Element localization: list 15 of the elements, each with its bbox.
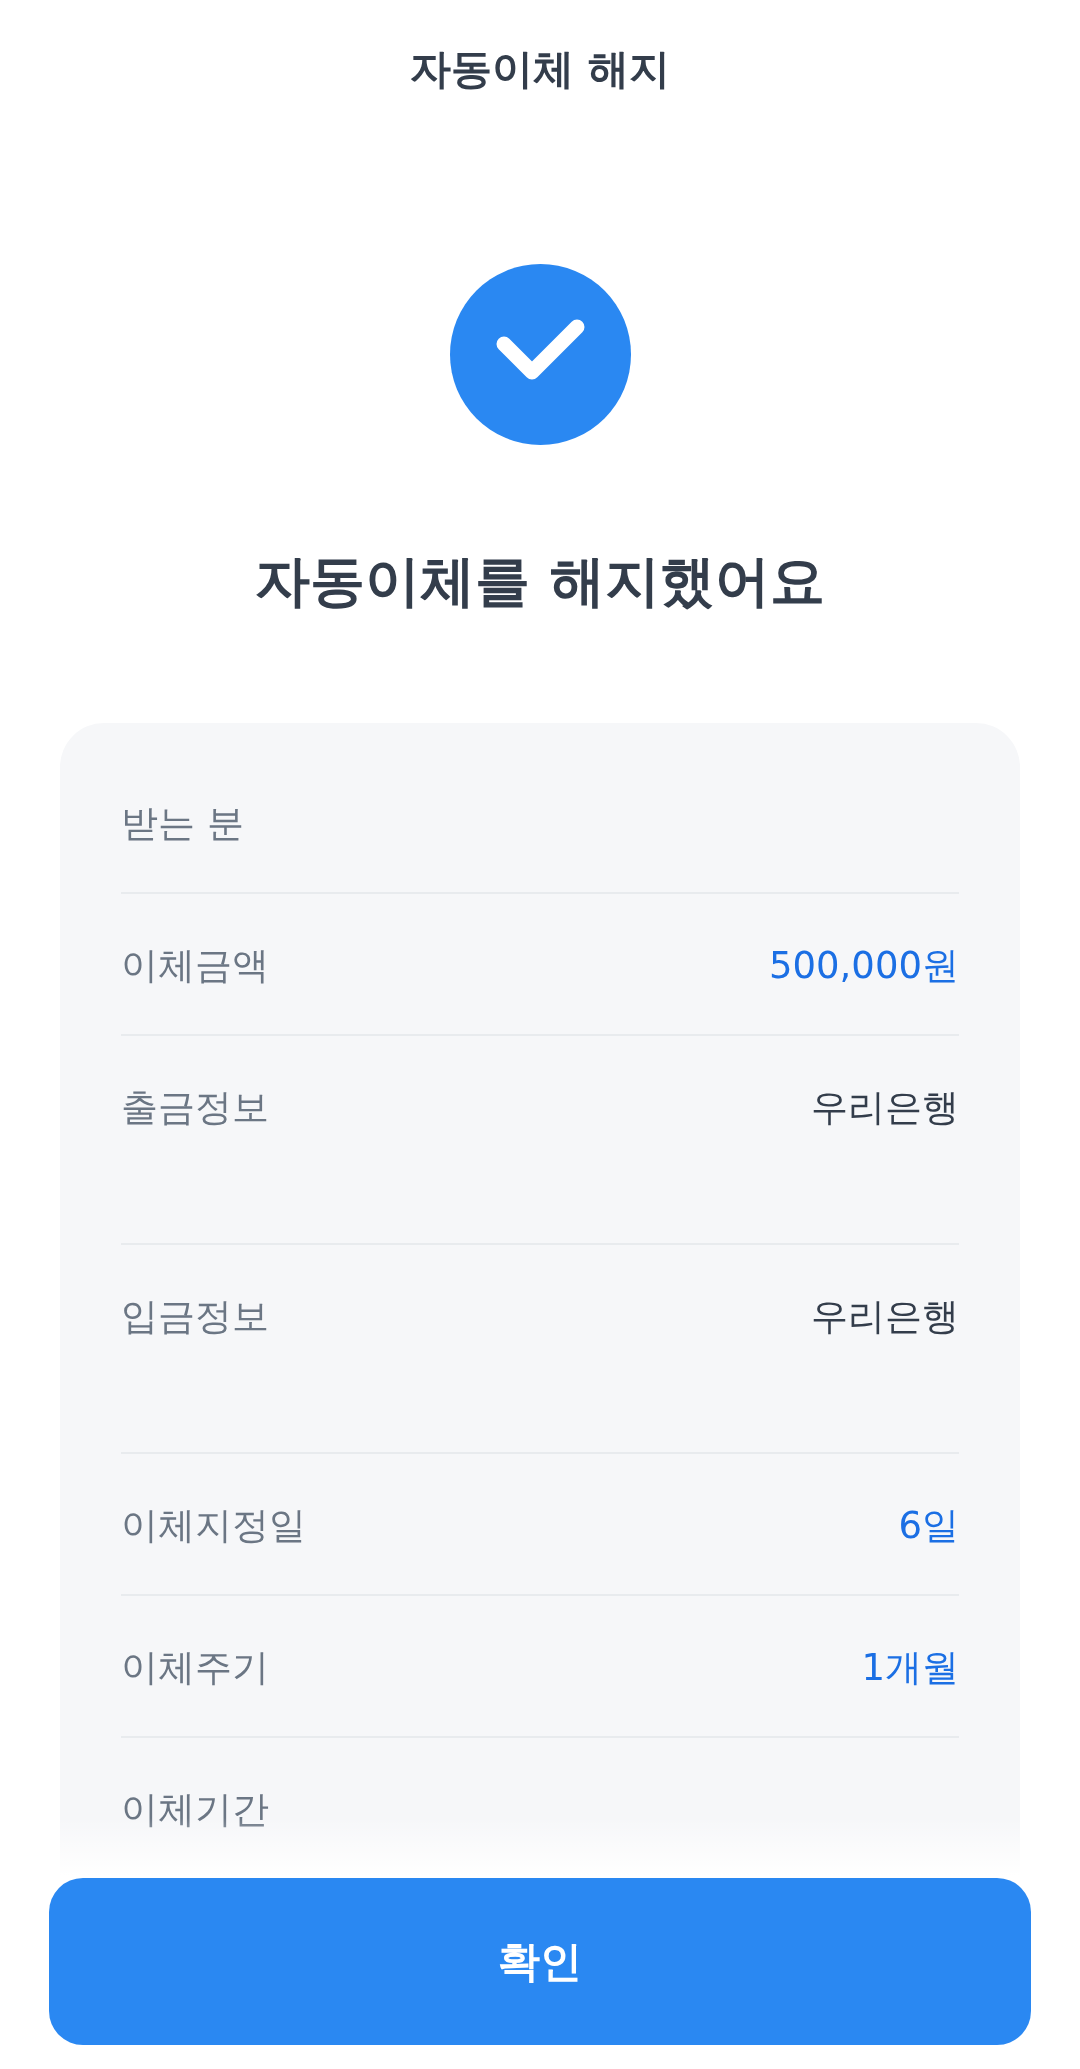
detail-value: 우리은행 xyxy=(811,1294,959,1340)
detail-label: 이체지정일 xyxy=(121,1503,306,1549)
detail-label: 출금정보 xyxy=(121,1085,269,1131)
detail-value: 6일 xyxy=(898,1503,959,1549)
result-message: 자동이체를 해지했어요 xyxy=(255,548,825,615)
detail-value: 500,000원 xyxy=(769,943,959,989)
detail-label: 이체금액 xyxy=(121,943,269,989)
page-title: 자동이체 해지 xyxy=(409,44,671,96)
detail-value: 우리은행 xyxy=(811,1085,959,1131)
detail-label: 입금정보 xyxy=(121,1294,269,1340)
detail-value: 1개월 xyxy=(861,1645,959,1691)
detail-label: 이체주기 xyxy=(121,1645,269,1691)
confirm-button[interactable]: 확인 xyxy=(49,1878,1031,2045)
detail-label: 받는 분 xyxy=(121,801,244,847)
detail-label: 이체기간 xyxy=(121,1787,269,1833)
